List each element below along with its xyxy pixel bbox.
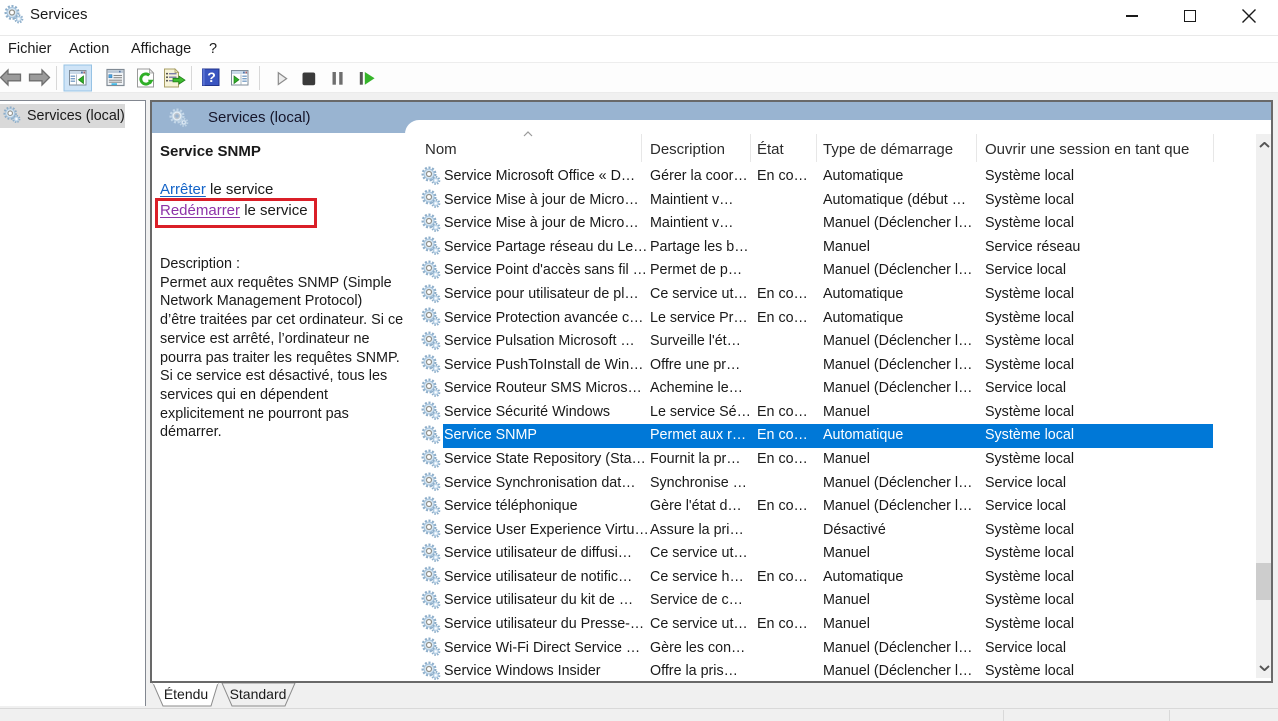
svg-text:?: ?	[207, 69, 216, 85]
svg-text:Standard: Standard	[230, 686, 287, 702]
svg-text:Étendu: Étendu	[164, 686, 208, 702]
